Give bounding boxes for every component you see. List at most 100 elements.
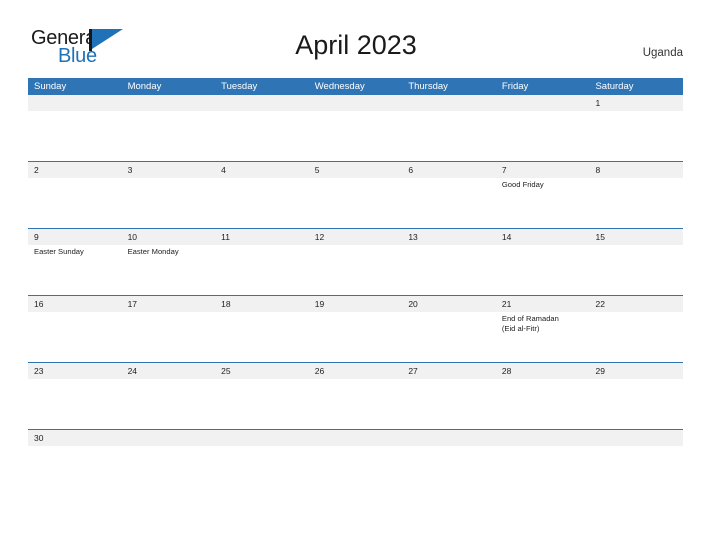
day-number: 11 [221, 232, 230, 242]
day-cell-10[interactable]: 10 Easter Monday [122, 229, 216, 295]
day-events: End of Ramadan (Eid al-Fitr) [502, 312, 590, 333]
day-number [34, 95, 122, 111]
week-cells: 30 [28, 430, 683, 464]
day-events: Good Friday [502, 178, 590, 190]
day-number: 7 [501, 165, 507, 175]
day-cell-30[interactable]: 30 [28, 430, 122, 464]
day-cell-27[interactable]: 27 [402, 363, 496, 429]
day-number: 25 [221, 366, 231, 376]
day-number [315, 95, 403, 111]
day-of-week-header: Sunday Monday Tuesday Wednesday Thursday Frid… [28, 78, 683, 95]
day-number: 28 [501, 366, 512, 376]
day-number: 21 [501, 299, 512, 309]
day-number: 13 [408, 232, 418, 242]
day-number: 18 [221, 299, 231, 309]
week-cells: 16 17 18 19 20 21 End of Ramadan (Eid al-Fitr) 2… [28, 296, 683, 362]
day-of-week-thursday: Thursday [408, 81, 448, 92]
day-cell-11[interactable]: 11 [215, 229, 309, 295]
week-cells: 2 3 4 5 6 7 Good Friday 8 [28, 162, 683, 228]
day-cell-1[interactable]: 1 [589, 95, 683, 161]
day-cell-14[interactable]: 14 [496, 229, 590, 295]
day-events: Easter Monday [128, 245, 216, 257]
week-cells: 23 24 25 26 27 28 29 [28, 363, 683, 429]
calendar-weeks: 1 2 3 4 5 6 7 Good Friday 8 9 Easter Sunday 10 Easte… [28, 95, 683, 464]
day-cell-6[interactable]: 6 [402, 162, 496, 228]
day-cell-26[interactable]: 26 [309, 363, 403, 429]
day-number: 15 [595, 232, 605, 242]
day-number: 4 [221, 165, 226, 175]
day-cell-5[interactable]: 5 [309, 162, 403, 228]
day-cell-empty [402, 430, 496, 464]
day-cell-24[interactable]: 24 [122, 363, 216, 429]
day-cell-empty [496, 95, 590, 161]
day-cell-20[interactable]: 20 [402, 296, 496, 362]
day-number [315, 430, 403, 446]
day-cell-empty [122, 95, 216, 161]
day-cell-empty [215, 430, 309, 464]
day-cell-2[interactable]: 2 [28, 162, 122, 228]
day-cell-9[interactable]: 9 Easter Sunday [28, 229, 122, 295]
day-number: 16 [34, 299, 44, 309]
holiday-event-label: Easter Monday [127, 247, 179, 256]
day-number [502, 95, 590, 111]
day-number [221, 430, 309, 446]
day-cell-empty [309, 430, 403, 464]
day-number: 6 [408, 165, 414, 175]
day-cell-29[interactable]: 29 [589, 363, 683, 429]
page-title: April 2023 [295, 30, 417, 60]
day-number [128, 430, 216, 446]
day-number: 14 [501, 232, 512, 242]
day-cell-empty [309, 95, 403, 161]
day-of-week-saturday: Saturday [595, 81, 634, 92]
day-cell-empty [122, 430, 216, 464]
day-number: 8 [595, 165, 601, 175]
day-cell-empty [589, 430, 683, 464]
day-of-week-sunday: Sunday [34, 81, 67, 92]
holiday-event-label: Good Friday [501, 180, 544, 189]
day-cell-empty [402, 95, 496, 161]
day-cell-25[interactable]: 25 [215, 363, 309, 429]
day-number: 19 [314, 299, 325, 309]
day-cell-15[interactable]: 15 [589, 229, 683, 295]
day-of-week-monday: Monday [127, 81, 162, 92]
day-cell-3[interactable]: 3 [122, 162, 216, 228]
day-cell-18[interactable]: 18 [215, 296, 309, 362]
holiday-event-label: (Eid al-Fitr) [501, 323, 540, 333]
day-cell-21[interactable]: 21 End of Ramadan (Eid al-Fitr) [496, 296, 590, 362]
day-number: 12 [314, 232, 325, 242]
day-cell-4[interactable]: 4 [215, 162, 309, 228]
day-cell-8[interactable]: 8 [589, 162, 683, 228]
day-number [128, 95, 216, 111]
day-of-week-wednesday: Wednesday [314, 81, 365, 92]
day-cell-22[interactable]: 22 [589, 296, 683, 362]
day-cell-19[interactable]: 19 [309, 296, 403, 362]
day-number: 3 [127, 165, 133, 175]
day-number: 23 [34, 366, 44, 376]
day-number [221, 95, 309, 111]
day-cell-28[interactable]: 28 [496, 363, 590, 429]
day-number: 22 [595, 299, 605, 309]
day-number [408, 95, 496, 111]
day-cell-16[interactable]: 16 [28, 296, 122, 362]
day-cell-13[interactable]: 13 [402, 229, 496, 295]
day-of-week-friday: Friday [501, 81, 529, 92]
calendar-week-row: 16 17 18 19 20 21 End of Ramadan (Eid al-Fitr) 2… [28, 295, 683, 362]
day-number: 5 [314, 165, 320, 175]
day-number: 9 [34, 232, 39, 242]
day-number: 20 [408, 299, 418, 309]
day-cell-17[interactable]: 17 [122, 296, 216, 362]
day-number [595, 430, 683, 446]
day-number: 29 [595, 366, 605, 376]
calendar-week-row: 23 24 25 26 27 28 29 [28, 362, 683, 429]
day-of-week-tuesday: Tuesday [221, 81, 258, 92]
day-cell-12[interactable]: 12 [309, 229, 403, 295]
day-cell-23[interactable]: 23 [28, 363, 122, 429]
day-number: 10 [127, 232, 138, 242]
calendar-week-row: 2 3 4 5 6 7 Good Friday 8 [28, 161, 683, 228]
day-number: 30 [34, 433, 44, 443]
country-label: Uganda [642, 47, 683, 59]
calendar-page: General Blue April 2023 Uganda Sunday Mon… [0, 0, 712, 550]
day-cell-empty [28, 95, 122, 161]
day-cell-7[interactable]: 7 Good Friday [496, 162, 590, 228]
calendar-grid: Sunday Monday Tuesday Wednesday Thursday Frid… [28, 78, 683, 464]
